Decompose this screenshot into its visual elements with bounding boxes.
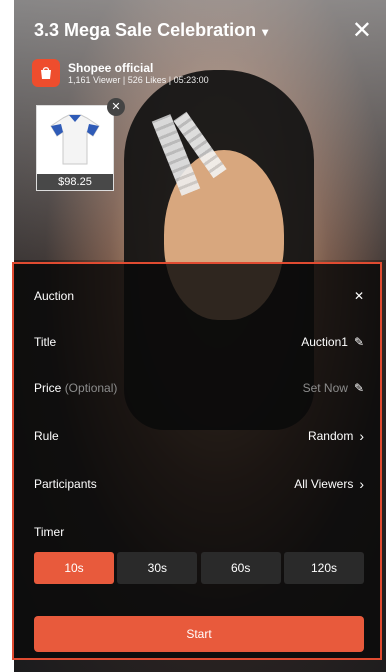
stream-title[interactable]: 3.3 Mega Sale Celebration ▾ <box>34 20 268 41</box>
timer-label-row: Timer <box>34 518 364 546</box>
pencil-icon[interactable]: ✎ <box>354 381 364 395</box>
timer-30s-button[interactable]: 30s <box>117 552 198 584</box>
close-icon[interactable]: ✕ <box>354 289 364 303</box>
participants-value: All Viewers <box>294 477 354 491</box>
rule-value-wrap: Random › <box>308 428 364 444</box>
auction-title-row[interactable]: Title Auction1 ✎ <box>34 328 364 356</box>
price-label-wrap: Price (Optional) <box>34 381 117 395</box>
shop-text: Shopee official 1,161 Viewer | 526 Likes… <box>68 61 209 85</box>
price-label: Price <box>34 381 62 395</box>
price-value: Set Now <box>302 381 348 395</box>
top-bar: 3.3 Mega Sale Celebration ▾ ✕ <box>14 0 386 56</box>
price-optional: (Optional) <box>64 381 118 395</box>
shopee-bag-icon <box>32 59 60 87</box>
timer-10s-button[interactable]: 10s <box>34 552 114 584</box>
product-price: $98.25 <box>37 174 113 190</box>
price-value-wrap: Set Now ✎ <box>303 381 364 395</box>
close-icon[interactable]: ✕ <box>107 98 125 116</box>
participants-value-wrap: All Viewers › <box>294 476 364 492</box>
shop-info[interactable]: Shopee official 1,161 Viewer | 526 Likes… <box>32 56 209 90</box>
auction-rule-row[interactable]: Rule Random › <box>34 422 364 450</box>
shop-stats: 1,161 Viewer | 526 Likes | 05:23:00 <box>68 75 209 85</box>
pinned-product-card[interactable]: $98.25 <box>36 105 114 191</box>
auction-header: Auction ✕ <box>34 282 364 310</box>
close-icon[interactable]: ✕ <box>352 16 372 45</box>
rule-label: Rule <box>34 429 59 443</box>
title-value: Auction1 <box>301 335 348 349</box>
stream-title-text: 3.3 Mega Sale Celebration <box>34 20 257 40</box>
title-label: Title <box>34 335 57 349</box>
live-stream-screen: 3.3 Mega Sale Celebration ▾ ✕ Shopee offi… <box>0 0 389 672</box>
auction-price-row[interactable]: Price (Optional) Set Now ✎ <box>34 374 364 402</box>
start-button[interactable]: Start <box>34 616 364 652</box>
participants-label: Participants <box>34 477 97 491</box>
auction-title: Auction <box>34 289 75 303</box>
auction-participants-row[interactable]: Participants All Viewers › <box>34 470 364 498</box>
timer-120s-button[interactable]: 120s <box>283 552 364 584</box>
chevron-right-icon: › <box>359 428 364 444</box>
title-value-wrap: Auction1 ✎ <box>301 335 364 349</box>
rule-value: Random <box>307 429 354 443</box>
tshirt-image <box>50 114 100 165</box>
auction-panel: Auction ✕ Title Auction1 ✎ Price (Option… <box>12 262 382 660</box>
pencil-icon[interactable]: ✎ <box>354 335 364 349</box>
timer-60s-button[interactable]: 60s <box>200 552 281 584</box>
timer-options: 10s 30s 60s 120s <box>34 552 364 584</box>
chevron-down-icon: ▾ <box>262 25 269 39</box>
shop-name: Shopee official <box>68 61 154 75</box>
chevron-right-icon: › <box>359 476 364 492</box>
timer-label: Timer <box>34 525 65 539</box>
panel-background <box>14 264 380 658</box>
